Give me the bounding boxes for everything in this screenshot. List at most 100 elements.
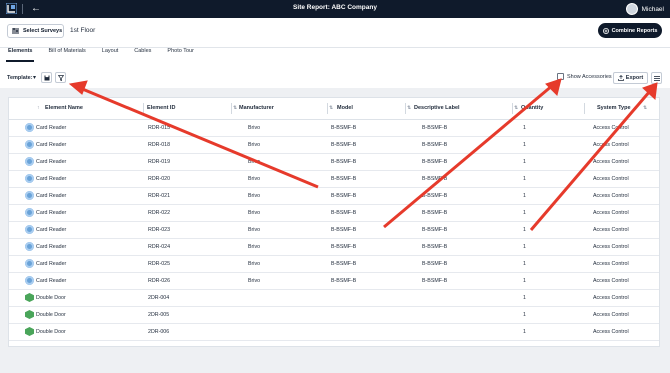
cell-system-type: Access Control xyxy=(593,261,629,267)
sort-icon[interactable]: ⇅ xyxy=(514,105,518,111)
cell-descriptive-label: B-BSMF-B xyxy=(422,244,448,250)
door-icon xyxy=(25,293,34,302)
save-template-button[interactable] xyxy=(41,72,52,83)
cell-element-id: 2DR-005 xyxy=(148,312,170,318)
card-reader-icon xyxy=(25,191,34,200)
cell-system-type: Access Control xyxy=(593,244,629,250)
table-row[interactable]: Card Reader RDR-025 Brivo B-BSMF-B B-BSMF-B 1… xyxy=(9,256,659,273)
cell-element-id: RDR-023 xyxy=(148,227,171,233)
cell-descriptive-label: B-BSMF-B xyxy=(422,210,448,216)
cell-quantity: 1 xyxy=(523,244,526,250)
sort-icon[interactable]: ⇅ xyxy=(233,105,237,111)
column-separator[interactable] xyxy=(231,103,232,114)
table-row[interactable]: Double Door 2DR-006 1 Access Control xyxy=(9,324,659,341)
combine-reports-button[interactable]: Combine Reports xyxy=(598,23,662,38)
cell-element-name: Card Reader xyxy=(36,278,67,284)
cell-element-name: Card Reader xyxy=(36,125,67,131)
column-separator[interactable] xyxy=(584,103,585,114)
table-row[interactable]: Double Door 2DR-004 1 Access Control xyxy=(9,290,659,307)
cell-system-type: Access Control xyxy=(593,142,629,148)
cell-model: B-BSMF-B xyxy=(331,125,357,131)
column-header-element-name[interactable]: Element Name xyxy=(45,105,83,111)
column-header-manufacturer[interactable]: Manufacturer xyxy=(239,105,274,111)
tabs-underline xyxy=(0,47,670,48)
report-header: Select Surveys 1st Floor Combine Reports… xyxy=(0,18,670,70)
table-row[interactable]: Double Door 2DR-005 1 Access Control xyxy=(9,307,659,324)
table-row[interactable]: Card Reader RDR-024 Brivo B-BSMF-B B-BSMF-B 1… xyxy=(9,239,659,256)
cell-system-type: Access Control xyxy=(593,227,629,233)
cell-element-id: RDR-024 xyxy=(148,244,171,250)
cell-element-name: Card Reader xyxy=(36,210,67,216)
cell-element-name: Card Reader xyxy=(36,227,67,233)
table-row[interactable]: Card Reader RDR-021 Brivo B-BSMF-B B-BSMF-B 1… xyxy=(9,188,659,205)
table-row[interactable]: Card Reader RDR-026 Brivo B-BSMF-B B-BSMF-B 1… xyxy=(9,273,659,290)
column-header-element-id[interactable]: Element ID xyxy=(147,105,175,111)
cell-element-id: RDR-026 xyxy=(148,278,171,284)
cell-manufacturer: Brivo xyxy=(248,125,261,131)
sort-icon[interactable]: ⇅ xyxy=(329,105,333,111)
avatar[interactable] xyxy=(625,3,638,15)
cell-model: B-BSMF-B xyxy=(331,159,357,165)
cell-element-id: RDR-015 xyxy=(148,125,171,131)
show-accessories-toggle[interactable]: Show Accessories xyxy=(557,73,612,80)
plus-circle-icon xyxy=(602,27,609,34)
cell-element-name: Card Reader xyxy=(36,261,67,267)
cell-system-type: Access Control xyxy=(593,125,629,131)
cell-descriptive-label: B-BSMF-B xyxy=(422,278,448,284)
cell-element-id: RDR-025 xyxy=(148,261,171,267)
cell-quantity: 1 xyxy=(523,142,526,148)
table-row[interactable]: Card Reader RDR-023 Brivo B-BSMF-B B-BSMF-B 1… xyxy=(9,222,659,239)
table-row[interactable]: Card Reader RDR-018 Brivo B-BSMF-B B-BSMF-B 1… xyxy=(9,137,659,154)
cell-quantity: 1 xyxy=(523,227,526,233)
table-row[interactable]: Card Reader RDR-020 Brivo B-BSMF-B B-BSMF-B 1… xyxy=(9,171,659,188)
cell-element-name: Card Reader xyxy=(36,176,67,182)
column-header-system-type[interactable]: System Type xyxy=(597,105,631,111)
cell-element-id: RDR-019 xyxy=(148,159,171,165)
sort-icon[interactable]: ⇅ xyxy=(407,105,411,111)
cell-manufacturer: Brivo xyxy=(248,244,261,250)
card-reader-icon xyxy=(25,174,34,183)
cell-system-type: Access Control xyxy=(593,295,629,301)
column-header-quantity[interactable]: Quantity xyxy=(521,105,543,111)
sort-up-arrow-icon[interactable]: ↑ xyxy=(37,105,40,111)
cell-descriptive-label: B-BSMF-B xyxy=(422,142,448,148)
column-header-descriptive-label[interactable]: Descriptive Label xyxy=(414,105,460,111)
cell-system-type: Access Control xyxy=(593,278,629,284)
cell-model: B-BSMF-B xyxy=(331,210,357,216)
sort-icon[interactable]: ⇅ xyxy=(643,105,647,111)
column-separator[interactable] xyxy=(512,103,513,114)
cell-descriptive-label: B-BSMF-B xyxy=(422,193,448,199)
page-title: Site Report: ABC Company xyxy=(293,4,377,11)
template-dropdown-caret-icon[interactable]: ▾ xyxy=(33,74,36,81)
template-label: Template: xyxy=(7,75,33,81)
user-name: Michael xyxy=(641,5,664,13)
table-row[interactable]: Card Reader RDR-022 Brivo B-BSMF-B B-BSMF-B 1… xyxy=(9,205,659,222)
table-row[interactable]: Card Reader RDR-019 Brivo B-BSMF-B B-BSMF-B 1… xyxy=(9,154,659,171)
cell-model: B-BSMF-B xyxy=(331,176,357,182)
show-accessories-label: Show Accessories xyxy=(567,73,612,80)
select-surveys-button[interactable]: Select Surveys xyxy=(7,24,64,38)
column-header-model[interactable]: Model xyxy=(337,105,353,111)
cell-manufacturer: Brivo xyxy=(248,261,261,267)
user-menu[interactable]: Michael xyxy=(625,2,664,16)
show-accessories-checkbox[interactable] xyxy=(557,73,564,80)
cell-manufacturer: Brivo xyxy=(248,210,261,216)
filter-icon xyxy=(57,74,64,81)
column-separator[interactable] xyxy=(143,103,144,114)
cell-manufacturer: Brivo xyxy=(248,142,261,148)
card-reader-icon xyxy=(25,225,34,234)
column-separator[interactable] xyxy=(405,103,406,114)
elements-table: ↑ Element Name Element ID ⇅ Manufacturer… xyxy=(8,97,660,347)
cell-manufacturer: Brivo xyxy=(248,227,261,233)
export-button[interactable]: Export xyxy=(613,72,648,84)
column-separator[interactable] xyxy=(327,103,328,114)
cell-system-type: Access Control xyxy=(593,312,629,318)
cell-element-name: Double Door xyxy=(36,295,66,301)
card-reader-icon xyxy=(25,259,34,268)
floor-name: 1st Floor xyxy=(70,27,96,34)
select-surveys-label: Select Surveys xyxy=(23,28,63,34)
table-row[interactable]: Card Reader RDR-015 Brivo B-BSMF-B B-BSMF-B 1… xyxy=(9,120,659,137)
export-icon xyxy=(617,75,624,81)
filter-button[interactable] xyxy=(55,72,66,83)
column-settings-button[interactable] xyxy=(651,72,662,84)
